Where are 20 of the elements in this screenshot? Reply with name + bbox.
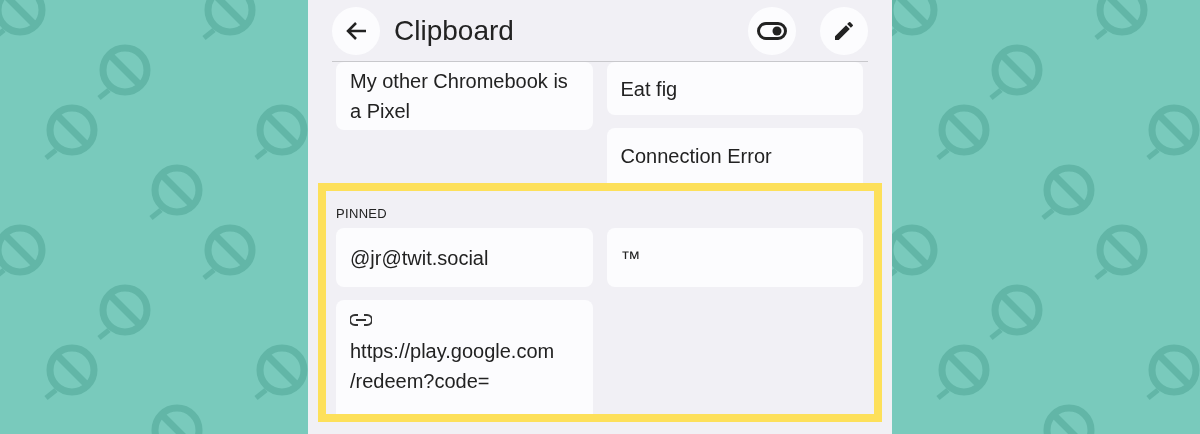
back-button[interactable] — [332, 6, 380, 55]
clip-text: Eat fig — [620, 76, 679, 102]
clip-text: ™ — [620, 245, 642, 271]
clip-card[interactable]: Connection Error — [606, 128, 863, 183]
clip-card[interactable]: @jr@twit.social — [336, 228, 593, 287]
page-title: Clipboard — [394, 13, 515, 48]
toggle-button[interactable] — [748, 6, 796, 55]
section-label: PINNED — [336, 205, 388, 223]
clip-card[interactable]: ™ — [606, 228, 863, 287]
clip-text: @jr@twit.social — [350, 245, 490, 271]
clip-text: Connection Error — [620, 143, 773, 169]
edit-button[interactable] — [820, 6, 868, 55]
clip-card[interactable]: My other Chromebook is a Pixel — [336, 62, 593, 130]
link-icon — [350, 314, 372, 326]
clip-text: My other Chromebook is a Pixel — [350, 69, 569, 124]
clip-text: https://play.google.com /redeem?code= — [350, 339, 556, 394]
toggle-icon — [757, 21, 787, 40]
back-arrow-icon — [345, 20, 367, 41]
clip-card[interactable]: https://play.google.com /redeem?code= — [336, 300, 593, 414]
clip-card[interactable]: Eat fig — [606, 62, 863, 115]
